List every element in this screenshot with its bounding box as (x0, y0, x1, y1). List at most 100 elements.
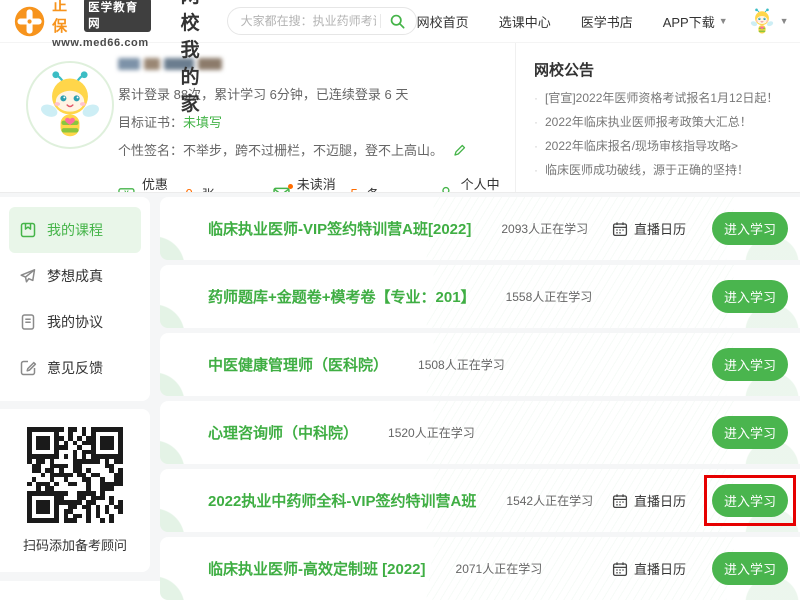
course-row: 药师题库+金题卷+模考卷【专业：201】 1558人正在学习 进入学习 (160, 265, 800, 328)
calendar-icon (612, 493, 628, 509)
nav-app-download-label: APP下载 (663, 12, 715, 31)
logo-text: 正保 医学教育网 www.med66.com (52, 0, 151, 49)
announcement-text: [官宣]2022年医师资格考试报名1月12日起！ (545, 90, 778, 106)
announcement-item[interactable]: · 2022年临床执业医师报考政策大汇总！ (534, 114, 782, 130)
target-cert-label: 目标证书： (118, 112, 183, 131)
course-title-link[interactable]: 中医健康管理师（医科院） (208, 354, 388, 375)
calendar-icon (612, 561, 628, 577)
avatar-bee-icon (39, 70, 101, 140)
edit-signature-icon[interactable] (453, 143, 467, 157)
enter-study-button[interactable]: 进入学习 (712, 280, 788, 313)
sidebar-menu: 我的课程 梦想成真 我的协议 (0, 197, 150, 401)
document-icon (19, 313, 37, 331)
logo-cross-icon (14, 5, 45, 38)
sidebar-item-my-courses[interactable]: 我的课程 (9, 207, 141, 253)
feedback-pencil-icon (19, 359, 37, 377)
bullet-icon: · (534, 114, 538, 130)
nav-app-download[interactable]: APP下载 ▼ (663, 12, 728, 31)
paper-plane-icon (19, 267, 37, 285)
qr-code (27, 427, 123, 523)
live-calendar-link[interactable]: 直播日历 (612, 491, 686, 510)
course-row: 中医健康管理师（医科院） 1508人正在学习 进入学习 (160, 333, 800, 396)
login-stats: 累计登录 88次，累计学习 6分钟，已连续登录 6 天 (118, 84, 509, 103)
course-row-highlighted: 2022执业中药师全科-VIP签约特训营A班 1542人正在学习 直播日历 (160, 469, 800, 532)
unread-dot (288, 184, 293, 189)
header-nav: 网校首页 选课中心 医学书店 APP下载 ▼ (417, 12, 728, 31)
redaction-block (198, 58, 222, 70)
username-redacted (118, 57, 509, 71)
enter-study-button[interactable]: 进入学习 (712, 416, 788, 449)
sidebar-item-feedback[interactable]: 意见反馈 (9, 345, 141, 391)
chevron-down-icon: ▼ (719, 16, 728, 26)
nav-home[interactable]: 网校首页 (417, 12, 469, 31)
sidebar-item-label: 意见反馈 (47, 358, 103, 378)
course-title-link[interactable]: 心理咨询师（中科院） (208, 422, 358, 443)
user-info: 累计登录 88次，累计学习 6分钟，已连续登录 6 天 目标证书： 未填写 个性… (118, 57, 509, 212)
page-title: 我的网校我的家 (181, 0, 201, 116)
announcement-item[interactable]: · 临床医师成功破线，源于正确的坚持！ (534, 162, 782, 178)
brand-domain: www.med66.com (52, 37, 151, 49)
enter-study-button-highlighted[interactable]: 进入学习 (712, 484, 788, 517)
redaction-block (144, 58, 160, 70)
course-title-link[interactable]: 临床执业医师-高效定制班 [2022] (208, 558, 426, 579)
sidebar-item-label: 我的课程 (47, 220, 103, 240)
enter-study-button[interactable]: 进入学习 (712, 212, 788, 245)
sidebar-item-dreams-come-true[interactable]: 梦想成真 (9, 253, 141, 299)
main-area: 我的课程 梦想成真 我的协议 (0, 192, 800, 581)
announcement-text: 临床医师成功破线，源于正确的坚持！ (545, 162, 749, 178)
site-logo[interactable]: 正保 医学教育网 www.med66.com (14, 0, 151, 49)
live-calendar-label: 直播日历 (634, 491, 686, 510)
announcement-item[interactable]: · 2022年临床报名/现场审核指导攻略> (534, 138, 782, 154)
bullet-icon: · (534, 162, 538, 178)
calendar-icon (612, 221, 628, 237)
live-calendar-label: 直播日历 (634, 219, 686, 238)
course-learner-count: 1558人正在学习 (506, 288, 593, 305)
user-avatar[interactable] (26, 61, 114, 149)
course-learner-count: 1520人正在学习 (388, 424, 475, 441)
search-icon[interactable] (389, 13, 406, 30)
sidebar-item-my-agreements[interactable]: 我的协议 (9, 299, 141, 345)
bullet-icon: · (534, 90, 538, 106)
live-calendar-link[interactable]: 直播日历 (612, 559, 686, 578)
enter-study-button[interactable]: 进入学习 (712, 348, 788, 381)
announcements-title: 网校公告 (534, 59, 782, 80)
live-calendar-link[interactable]: 直播日历 (612, 219, 686, 238)
course-row: 心理咨询师（中科院） 1520人正在学习 进入学习 (160, 401, 800, 464)
header: 正保 医学教育网 www.med66.com 我的网校我的家 网校首页 选课中心… (0, 0, 800, 42)
search-input[interactable] (241, 14, 376, 28)
brand-name: 正保 (52, 0, 82, 36)
announcement-text: 2022年临床执业医师报考政策大汇总！ (545, 114, 752, 130)
header-avatar-menu[interactable]: ▼ (750, 8, 789, 35)
nav-course-center[interactable]: 选课中心 (499, 12, 551, 31)
signature-text: 不举步，跨不过栅栏，不迈腿，登不上高山。 (183, 140, 443, 159)
sidebar-item-label: 我的协议 (47, 312, 103, 332)
course-learner-count: 1508人正在学习 (418, 356, 505, 373)
announcements-list: · [官宣]2022年医师资格考试报名1月12日起！ · 2022年临床执业医师… (534, 90, 782, 178)
course-title-link[interactable]: 药师题库+金题卷+模考卷【专业：201】 (208, 286, 476, 307)
course-row: 临床执业医师-高效定制班 [2022] 2071人正在学习 直播日历 (160, 537, 800, 600)
enter-study-button[interactable]: 进入学习 (712, 552, 788, 585)
course-row: 临床执业医师-VIP签约特训营A班[2022] 2093人正在学习 直播日历 (160, 197, 800, 260)
course-list: 临床执业医师-VIP签约特训营A班[2022] 2093人正在学习 直播日历 (160, 197, 800, 605)
search-divider (380, 14, 381, 28)
brand-suffix: 医学教育网 (84, 0, 151, 32)
chevron-down-icon: ▼ (780, 16, 789, 26)
course-learner-count: 2071人正在学习 (456, 560, 543, 577)
live-calendar-label: 直播日历 (634, 559, 686, 578)
search-box[interactable] (227, 7, 417, 35)
sidebar: 我的课程 梦想成真 我的协议 (0, 197, 150, 572)
course-title-link[interactable]: 2022执业中药师全科-VIP签约特训营A班 (208, 490, 476, 511)
sidebar-item-label: 梦想成真 (47, 266, 103, 286)
book-icon (19, 221, 37, 239)
course-title-link[interactable]: 临床执业医师-VIP签约特训营A班[2022] (208, 218, 471, 239)
avatar-bee-icon (750, 8, 774, 35)
top-band: 累计登录 88次，累计学习 6分钟，已连续登录 6 天 目标证书： 未填写 个性… (0, 42, 800, 192)
announcement-item[interactable]: · [官宣]2022年医师资格考试报名1月12日起！ (534, 90, 782, 106)
announcements-panel: 网校公告 · [官宣]2022年医师资格考试报名1月12日起！ · 2022年临… (515, 43, 800, 193)
course-learner-count: 1542人正在学习 (506, 492, 593, 509)
bullet-icon: · (534, 138, 538, 154)
redaction-block (118, 58, 140, 70)
announcement-text: 2022年临床报名/现场审核指导攻略> (545, 138, 738, 154)
qr-card: 扫码添加备考顾问 (0, 409, 150, 572)
nav-bookstore[interactable]: 医学书店 (581, 12, 633, 31)
